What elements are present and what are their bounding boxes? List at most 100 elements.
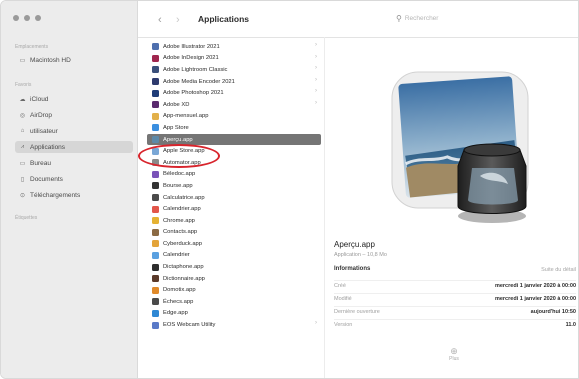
file-name: Dictaphone.app (163, 264, 204, 271)
sidebar-item-label: AirDrop (30, 111, 53, 119)
finder-window: Emplacements ▭ Macintosh HD Favoris ☁ iC… (0, 0, 579, 379)
applications-icon: ⩘ (20, 143, 25, 150)
info-value: mercredi 1 janvier 2020 à 00:00 (494, 283, 576, 289)
file-name: Adobe Media Encoder 2021 (163, 78, 235, 85)
file-row[interactable]: Adobe XD › (147, 99, 323, 111)
file-row[interactable]: Béledoc.app (147, 169, 323, 181)
file-name: Edge.app (163, 310, 188, 317)
back-button[interactable]: ‹ (158, 14, 162, 26)
app-icon (152, 263, 159, 271)
file-row[interactable]: Calendrier.app (147, 203, 323, 215)
file-row[interactable]: Dictionnaire.app (147, 273, 323, 285)
file-row[interactable]: Échecs.app (147, 296, 323, 308)
folder-icon (152, 43, 159, 51)
file-name: Adobe Photoshop 2021 (163, 90, 224, 97)
file-name: Béledoc.app (163, 171, 196, 178)
app-icon (152, 275, 159, 283)
more-button[interactable]: ⊕ Plus (439, 346, 469, 362)
chevron-right-icon: › (315, 53, 317, 60)
toolbar: ‹ › Applications ⚲ Rechercher (138, 1, 578, 38)
file-row[interactable]: Contacts.app (147, 227, 323, 239)
folder-icon (152, 101, 159, 109)
info-more-link[interactable]: Suite du détail (541, 267, 576, 273)
info-key: Modifié (334, 296, 352, 302)
file-name: Contacts.app (163, 229, 198, 236)
sidebar-section-favorites: Favoris (15, 82, 32, 88)
info-heading: Informations (334, 266, 371, 272)
file-name: Bourse.app (163, 182, 193, 189)
app-icon (152, 240, 159, 248)
info-value: 11.0 (565, 322, 576, 328)
file-name: Adobe Lightroom Classic (163, 66, 228, 73)
zoom-window-button[interactable] (35, 15, 41, 21)
airdrop-icon: ◎ (19, 112, 26, 119)
info-row-created: Créé mercredi 1 janvier 2020 à 00:00 (334, 280, 576, 291)
sidebar-item-applications[interactable]: ⩘ Applications (15, 141, 133, 153)
file-row[interactable]: EOS Webcam Utility › (147, 319, 323, 331)
file-name: Dictionnaire.app (163, 275, 205, 282)
sidebar-item-utilisateur[interactable]: ⌂ utilisateur (15, 125, 133, 137)
file-row[interactable]: Calendrier (147, 250, 323, 262)
file-name: Échecs.app (163, 298, 194, 305)
desktop-icon: ▭ (19, 160, 26, 167)
file-row[interactable]: Adobe InDesign 2021 › (147, 53, 323, 65)
file-name: Adobe InDesign 2021 (163, 55, 219, 62)
file-name: Calendrier (163, 252, 190, 259)
sidebar-item-label: iCloud (30, 95, 49, 103)
file-row[interactable]: App-mensuel.app (147, 111, 323, 123)
preview-app-name: Aperçu.app (334, 240, 375, 249)
info-row-version: Version 11.0 (334, 319, 576, 330)
file-row[interactable]: Calculatrice.app (147, 192, 323, 204)
download-icon: ⊙ (19, 192, 26, 199)
sidebar-section-tags: Étiquettes (15, 215, 38, 221)
close-window-button[interactable] (13, 15, 19, 21)
file-name: Calculatrice.app (163, 194, 205, 201)
info-key: Créé (334, 283, 346, 289)
chevron-right-icon: › (315, 99, 317, 106)
sidebar-item-label: Téléchargements (30, 191, 81, 199)
app-icon (152, 298, 159, 306)
folder-icon (152, 66, 159, 74)
file-name: Domotix.app (163, 287, 196, 294)
file-row[interactable]: Bourse.app (147, 180, 323, 192)
minimize-window-button[interactable] (24, 15, 30, 21)
file-row[interactable]: Adobe Photoshop 2021 › (147, 87, 323, 99)
sidebar-item-documents[interactable]: ▯ Documents (15, 173, 133, 185)
app-icon (152, 182, 159, 190)
file-name: Adobe XD (163, 101, 190, 108)
file-row[interactable]: Dictaphone.app (147, 261, 323, 273)
sidebar-item-macintosh-hd[interactable]: ▭ Macintosh HD (15, 54, 133, 66)
file-row[interactable]: Edge.app (147, 308, 323, 320)
sidebar-item-telechargements[interactable]: ⊙ Téléchargements (15, 189, 133, 201)
app-icon (152, 286, 159, 294)
info-key: Dernière ouverture (334, 309, 380, 315)
app-icon (152, 170, 159, 178)
forward-button[interactable]: › (176, 14, 180, 26)
highlight-circle (138, 144, 220, 168)
column-divider[interactable] (324, 37, 325, 378)
app-icon (152, 205, 159, 213)
file-row[interactable]: Adobe Illustrator 2021 › (147, 41, 323, 53)
info-row-last-opened: Dernière ouverture aujourd'hui 10:50 (334, 306, 576, 317)
file-row[interactable]: Chrome.app (147, 215, 323, 227)
sidebar-item-icloud[interactable]: ☁ iCloud (15, 93, 133, 105)
file-row[interactable]: App Store (147, 122, 323, 134)
preview-app-icon (391, 71, 529, 223)
file-row[interactable]: Domotix.app (147, 284, 323, 296)
file-name: App-mensuel.app (163, 113, 209, 120)
file-row[interactable]: Cyberduck.app (147, 238, 323, 250)
info-key: Version (334, 322, 353, 328)
search-field[interactable]: ⚲ Rechercher (396, 14, 438, 23)
file-row[interactable]: Adobe Media Encoder 2021 › (147, 76, 323, 88)
file-name: Adobe Illustrator 2021 (163, 43, 220, 50)
file-row[interactable]: Adobe Lightroom Classic › (147, 64, 323, 76)
file-name: App Store (163, 124, 189, 131)
app-icon (152, 309, 159, 317)
sidebar-item-bureau[interactable]: ▭ Bureau (15, 157, 133, 169)
chevron-right-icon: › (315, 65, 317, 72)
app-icon (152, 217, 159, 225)
file-name: EOS Webcam Utility (163, 322, 216, 329)
sidebar-item-airdrop[interactable]: ◎ AirDrop (15, 109, 133, 121)
search-icon: ⚲ (396, 14, 402, 23)
sidebar-item-label: Bureau (30, 159, 51, 167)
